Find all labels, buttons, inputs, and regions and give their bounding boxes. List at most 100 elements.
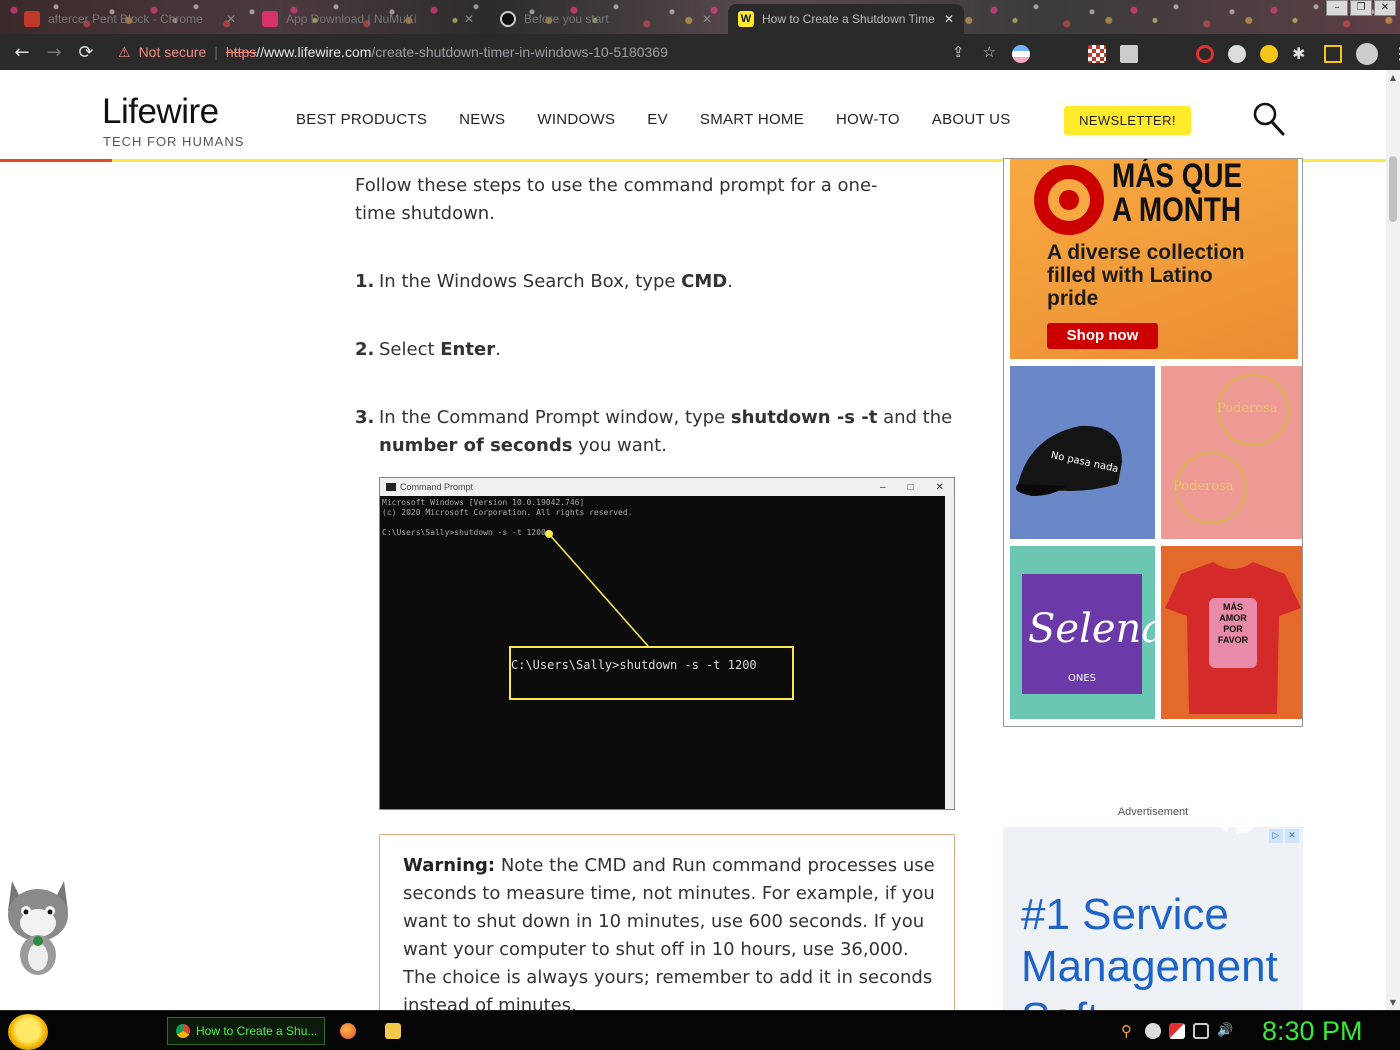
tab-title: How to Create a Shutdown Time <box>762 12 935 26</box>
nav-about-us[interactable]: ABOUT US <box>932 111 1011 128</box>
nav-best-products[interactable]: BEST PRODUCTS <box>296 111 427 128</box>
profile-avatar-icon[interactable] <box>1356 43 1378 65</box>
tab-close-icon[interactable]: ✕ <box>464 12 474 26</box>
flag-tray-icon[interactable] <box>1169 1023 1185 1039</box>
cat-mascot-icon[interactable] <box>4 875 72 979</box>
shirt-image: MÁS AMOR POR FAVOR <box>1165 562 1301 714</box>
service-ad[interactable]: 1st Free #1 Service Management Soft ▷ ✕ <box>1003 827 1303 1010</box>
ad-close-icon[interactable]: ✕ <box>1285 829 1299 843</box>
main-nav: BEST PRODUCTS NEWS WINDOWS EV SMART HOME… <box>296 111 1043 128</box>
search-icon[interactable] <box>1253 102 1285 136</box>
side-panel-icon[interactable] <box>1324 45 1342 63</box>
chrome-icon <box>176 1024 190 1038</box>
scroll-down-icon[interactable]: ▼ <box>1386 998 1400 1007</box>
product-album[interactable]: Selena ONES <box>1010 546 1155 719</box>
block-icon[interactable] <box>1196 45 1214 63</box>
nav-ev[interactable]: EV <box>647 111 668 128</box>
web-page: Lifewire TECH FOR HUMANS BEST PRODUCTS N… <box>0 70 1386 1010</box>
omnibox-separator: | <box>214 44 218 60</box>
product-cap[interactable]: No pasa nada <box>1010 366 1155 539</box>
tab-close-icon[interactable]: ✕ <box>226 12 236 26</box>
search-tray-icon[interactable]: ⚲ <box>1121 1023 1137 1039</box>
taskbar-item-chrome[interactable]: How to Create a Shu... <box>167 1017 325 1045</box>
newsletter-button[interactable]: NEWSLETTER! <box>1064 106 1191 135</box>
extension-circle-icon[interactable] <box>1228 45 1246 63</box>
extension-spacer <box>1044 45 1074 63</box>
restore-button[interactable]: ❐ <box>1350 0 1372 16</box>
tab-title: aftercer Pent Block - Chrome <box>48 12 203 26</box>
back-button[interactable]: ← <box>6 42 38 63</box>
tab-1[interactable]: aftercer Pent Block - Chrome ✕ <box>14 4 246 34</box>
taskbar: How to Create a Shu... ⚲ 🔊 8:30 PM <box>0 1010 1400 1050</box>
tab-favicon <box>262 11 278 27</box>
tray-status-icon[interactable] <box>1145 1023 1161 1039</box>
extension-spacer <box>1152 45 1182 63</box>
forward-button[interactable]: → <box>38 42 70 63</box>
product-earrings[interactable]: Poderosa Poderosa <box>1161 366 1302 539</box>
ad-headline: MÁS QUE A MONTH <box>1112 158 1243 229</box>
bookmark-star-icon[interactable]: ☆ <box>983 43 996 61</box>
extension-emoji-icon[interactable] <box>1260 45 1278 63</box>
address-bar[interactable]: ⚠ Not secure | https //www.lifewire.com … <box>106 37 1004 67</box>
extension-translate-icon[interactable] <box>1120 45 1138 63</box>
tab-title: App Download | NuMuKi <box>286 12 417 26</box>
warning-text: Warning: Note the CMD and Run command pr… <box>403 852 938 1010</box>
tab-close-icon[interactable]: ✕ <box>702 12 712 26</box>
menu-kebab-icon[interactable]: ⋮ <box>1392 45 1400 63</box>
folder-icon[interactable] <box>385 1023 401 1039</box>
scrollbar-thumb[interactable] <box>1389 156 1397 222</box>
taskbar-clock[interactable]: 8:30 PM <box>1262 1016 1363 1047</box>
article-intro: Follow these steps to use the command pr… <box>355 175 878 224</box>
step-number: 3. <box>355 407 375 428</box>
nav-smart-home[interactable]: SMART HOME <box>700 111 804 128</box>
scroll-up-icon[interactable]: ▲ <box>1386 73 1400 82</box>
nav-windows[interactable]: WINDOWS <box>537 111 615 128</box>
tab-title: Before you start <box>524 12 609 26</box>
step-item: 1. In the Windows Search Box, type CMD. <box>355 268 955 296</box>
nav-news[interactable]: NEWS <box>459 111 505 128</box>
warning-icon[interactable]: ⚠ <box>118 44 131 61</box>
warning-box: Warning: Note the CMD and Run command pr… <box>379 834 955 1010</box>
close-button[interactable]: ✕ <box>1374 0 1396 16</box>
tab-active[interactable]: W How to Create a Shutdown Time ✕ <box>728 4 964 34</box>
ad-choices: ▷ ✕ <box>1269 829 1299 843</box>
security-label[interactable]: Not secure <box>139 44 207 60</box>
site-tagline: TECH FOR HUMANS <box>103 134 245 149</box>
network-icon[interactable] <box>1193 1023 1209 1039</box>
target-logo-icon <box>1034 165 1104 235</box>
nav-how-to[interactable]: HOW-TO <box>836 111 900 128</box>
puzzle-icon[interactable]: ✱ <box>1292 45 1310 63</box>
extension-grid-icon[interactable] <box>1088 45 1106 63</box>
site-logo[interactable]: Lifewire <box>102 92 219 132</box>
adchoices-icon[interactable]: ▷ <box>1269 829 1283 843</box>
taskbar-item-title: How to Create a Shu... <box>196 1024 318 1038</box>
warning-label: Warning: <box>403 855 496 876</box>
shop-now-button[interactable]: Shop now <box>1047 323 1158 349</box>
header-accent-bar <box>0 159 112 162</box>
target-ad[interactable]: MÁS QUE A MONTH A diverse collection fil… <box>1003 158 1303 727</box>
start-button[interactable] <box>8 1014 48 1050</box>
extension-flag-icon[interactable] <box>1012 45 1030 63</box>
product-shirt[interactable]: MÁS AMOR POR FAVOR <box>1161 546 1302 719</box>
tab-strip: aftercer Pent Block - Chrome ✕ App Downl… <box>0 0 1400 34</box>
command-prompt-screenshot: Command Prompt – □ ✕ Microsoft Windows [… <box>379 477 955 810</box>
page-scrollbar[interactable]: ▲ ▼ <box>1386 70 1400 1010</box>
ad-banner[interactable]: MÁS QUE A MONTH A diverse collection fil… <box>1010 159 1298 359</box>
step-number: 2. <box>355 339 375 360</box>
volume-icon[interactable]: 🔊 <box>1217 1023 1233 1039</box>
url-scheme: https <box>225 44 257 60</box>
reload-button[interactable]: ⟳ <box>70 42 102 63</box>
tab-2[interactable]: App Download | NuMuKi ✕ <box>252 4 484 34</box>
minimize-button[interactable]: – <box>1326 0 1348 16</box>
lifewire-favicon-icon: W <box>738 11 754 27</box>
callout-pointer <box>545 530 649 647</box>
share-icon[interactable]: ⇪ <box>952 43 965 61</box>
url-host: //www.lifewire.com <box>256 44 372 60</box>
step-item: 2. Select Enter. <box>355 336 955 364</box>
shirt-text-wrap: MÁS AMOR POR FAVOR <box>1218 602 1248 645</box>
site-header: Lifewire TECH FOR HUMANS BEST PRODUCTS N… <box>0 70 1386 162</box>
step-text-end: . <box>495 339 501 360</box>
firefox-icon[interactable] <box>340 1023 356 1039</box>
tab-3[interactable]: Before you start ✕ <box>490 4 722 34</box>
tab-close-icon[interactable]: ✕ <box>944 12 954 26</box>
